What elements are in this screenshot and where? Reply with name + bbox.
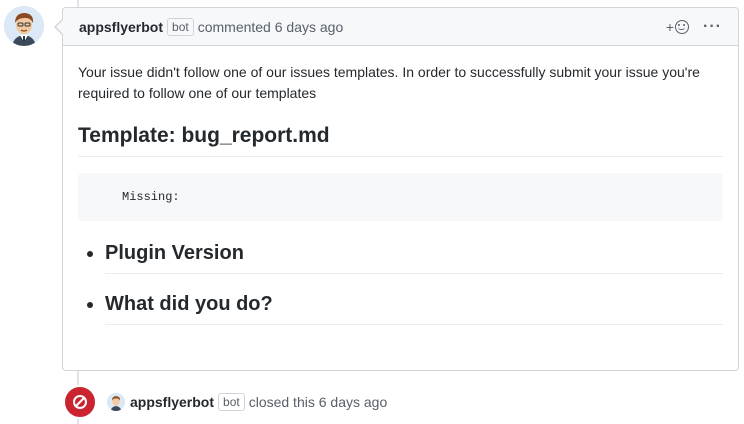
- template-heading: Template: bug_report.md: [78, 122, 723, 157]
- code-text: Missing:: [122, 190, 180, 204]
- comment-timestamp[interactable]: commented 6 days ago: [198, 19, 344, 35]
- circle-slash-icon: [63, 385, 97, 419]
- comment-caret-inner: [56, 20, 63, 34]
- bot-badge: bot: [218, 393, 245, 411]
- missing-list: Plugin Version What did you do?: [78, 239, 723, 325]
- comment-text: Your issue didn't follow one of our issu…: [78, 64, 700, 101]
- comment-actions: + ···: [666, 18, 722, 36]
- comment-box: appsflyerbot bot commented 6 days ago + …: [54, 7, 739, 371]
- event-timestamp[interactable]: closed this 6 days ago: [249, 394, 388, 410]
- code-block: Missing:: [78, 173, 723, 221]
- missing-item-label: Plugin Version: [105, 239, 723, 274]
- bot-badge: bot: [167, 17, 194, 36]
- missing-item-label: What did you do?: [105, 290, 723, 325]
- list-item: Plugin Version: [105, 239, 723, 274]
- event-author-link[interactable]: appsflyerbot: [130, 394, 214, 410]
- reaction-plus-label: +: [665, 18, 675, 35]
- avatar-illustration: [4, 6, 44, 46]
- avatar-illustration: [107, 393, 125, 411]
- author-avatar[interactable]: [4, 6, 44, 46]
- kebab-horizontal-icon[interactable]: ···: [703, 18, 722, 36]
- comment-header: appsflyerbot bot commented 6 days ago + …: [63, 8, 738, 46]
- smiley-icon: [675, 19, 690, 34]
- list-item: What did you do?: [105, 290, 723, 325]
- comment-body: Your issue didn't follow one of our issu…: [63, 46, 738, 325]
- event-author-avatar[interactable]: [107, 393, 125, 411]
- comment-author-link[interactable]: appsflyerbot: [79, 19, 163, 35]
- closed-event: appsflyerbot bot closed this 6 days ago: [63, 385, 388, 419]
- add-reaction-button[interactable]: +: [665, 18, 690, 35]
